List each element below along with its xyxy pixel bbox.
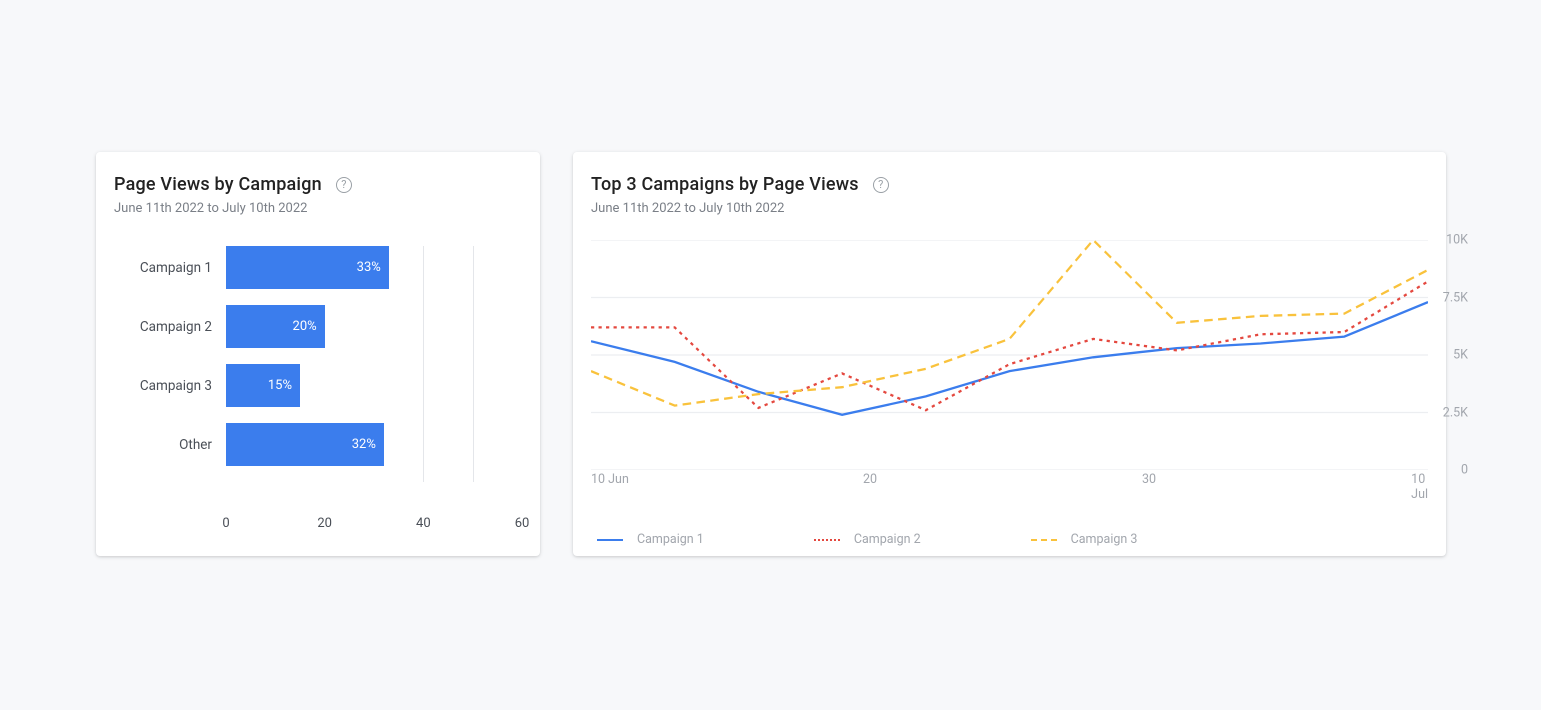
bar-value-label: 33% bbox=[357, 260, 381, 275]
legend-item: Campaign 3 bbox=[1031, 532, 1138, 547]
line-y-tick: 0 bbox=[1461, 463, 1468, 478]
bar-row: Campaign 1 33% bbox=[114, 246, 522, 289]
bar-chart-x-axis: 0204060 bbox=[226, 516, 522, 536]
line-x-tick: 10 Jul bbox=[1411, 472, 1428, 502]
legend-label: Campaign 1 bbox=[637, 532, 704, 547]
bar-track: 32% bbox=[226, 423, 522, 466]
line-chart-legend: Campaign 1 Campaign 2 Campaign 3 bbox=[591, 532, 1428, 547]
line-chart-subtitle: June 11th 2022 to July 10th 2022 bbox=[591, 201, 1428, 216]
line-chart-title: Top 3 Campaigns by Page Views bbox=[591, 174, 859, 195]
legend-swatch bbox=[1031, 539, 1057, 541]
bar-row: Other 32% bbox=[114, 423, 522, 466]
line-y-tick: 2.5K bbox=[1443, 405, 1468, 420]
line-series bbox=[591, 302, 1428, 415]
bar-fill: 20% bbox=[226, 305, 325, 348]
line-y-tick: 10K bbox=[1446, 233, 1468, 248]
bar-chart-title: Page Views by Campaign bbox=[114, 174, 322, 195]
bar-category-label: Campaign 2 bbox=[114, 319, 226, 335]
line-y-tick: 7.5K bbox=[1443, 290, 1468, 305]
line-chart-x-axis: 10 Jun203010 Jul bbox=[591, 472, 1428, 492]
line-chart-card: Top 3 Campaigns by Page Views ? June 11t… bbox=[573, 152, 1446, 556]
line-series bbox=[591, 240, 1428, 406]
help-icon[interactable]: ? bbox=[873, 177, 889, 193]
bar-value-label: 32% bbox=[352, 437, 376, 452]
legend-swatch bbox=[597, 539, 623, 541]
bar-fill: 15% bbox=[226, 364, 300, 407]
line-x-tick: 10 Jun bbox=[591, 472, 629, 487]
line-y-tick: 5K bbox=[1453, 348, 1468, 363]
bar-x-tick: 40 bbox=[416, 516, 431, 531]
bar-x-tick: 0 bbox=[222, 516, 229, 531]
bar-track: 20% bbox=[226, 305, 522, 348]
bar-value-label: 15% bbox=[268, 378, 292, 393]
bar-fill: 33% bbox=[226, 246, 389, 289]
legend-item: Campaign 1 bbox=[597, 532, 704, 547]
bar-category-label: Campaign 1 bbox=[114, 260, 226, 276]
legend-label: Campaign 3 bbox=[1071, 532, 1138, 547]
bar-category-label: Other bbox=[114, 437, 226, 453]
bar-track: 15% bbox=[226, 364, 522, 407]
bar-x-tick: 60 bbox=[515, 516, 530, 531]
help-glyph: ? bbox=[878, 178, 883, 191]
bar-chart-plot: Campaign 1 33% Campaign 2 20% Campaign 3 15% O… bbox=[114, 246, 522, 506]
line-x-tick: 20 bbox=[863, 472, 877, 487]
bar-category-label: Campaign 3 bbox=[114, 378, 226, 394]
bar-row: Campaign 3 15% bbox=[114, 364, 522, 407]
bar-fill: 32% bbox=[226, 423, 384, 466]
line-series bbox=[591, 281, 1428, 410]
bar-value-label: 20% bbox=[293, 319, 317, 334]
help-icon[interactable]: ? bbox=[336, 177, 352, 193]
bar-x-tick: 20 bbox=[317, 516, 332, 531]
bar-row: Campaign 2 20% bbox=[114, 305, 522, 348]
line-chart-plot: 02.5K5K7.5K10K bbox=[591, 240, 1428, 470]
bar-track: 33% bbox=[226, 246, 522, 289]
bar-chart-card: Page Views by Campaign ? June 11th 2022 … bbox=[96, 152, 540, 556]
legend-swatch bbox=[814, 539, 840, 541]
legend-item: Campaign 2 bbox=[814, 532, 921, 547]
help-glyph: ? bbox=[341, 178, 346, 191]
line-x-tick: 30 bbox=[1142, 472, 1156, 487]
bar-chart-subtitle: June 11th 2022 to July 10th 2022 bbox=[114, 201, 522, 216]
legend-label: Campaign 2 bbox=[854, 532, 921, 547]
